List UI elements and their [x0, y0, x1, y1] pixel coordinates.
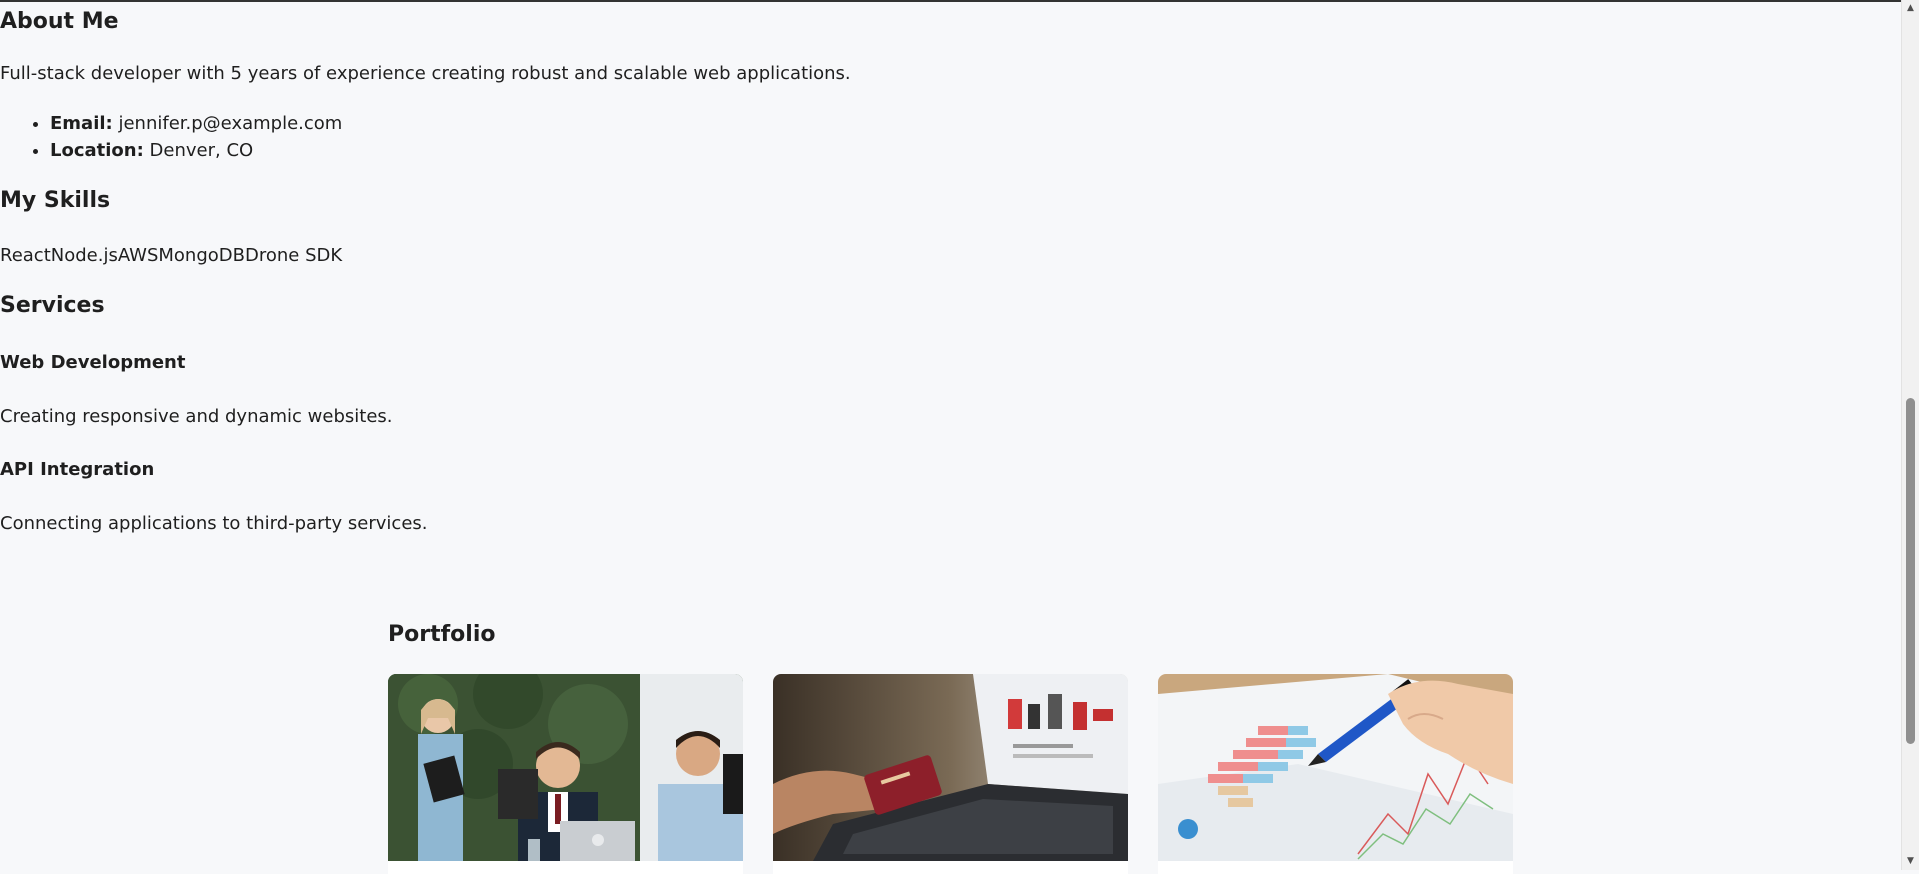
about-summary: Full-stack developer with 5 years of exp…	[0, 63, 851, 84]
window-top-border	[0, 0, 1903, 2]
location-value: Denver, CO	[149, 140, 254, 161]
scroll-down-icon[interactable]: ▼	[1902, 853, 1919, 870]
service-title: API Integration	[0, 459, 155, 480]
portfolio-card[interactable]	[773, 674, 1128, 874]
skills-heading: My Skills	[0, 188, 111, 213]
scroll-up-icon[interactable]: ▲	[1902, 0, 1919, 17]
contact-email-item: Email: jennifer.p@example.com	[50, 110, 342, 137]
portfolio-card[interactable]	[388, 674, 743, 874]
email-value: jennifer.p@example.com	[118, 113, 343, 134]
portfolio-image-chart-pen[interactable]	[1158, 674, 1513, 861]
service-description: Creating responsive and dynamic websites…	[0, 406, 393, 427]
contact-location-item: Location: Denver, CO	[50, 137, 342, 164]
services-heading: Services	[0, 293, 105, 318]
portfolio-image-credit-card[interactable]	[773, 674, 1128, 861]
vertical-scrollbar[interactable]: ▲ ▼	[1901, 0, 1919, 870]
service-description: Connecting applications to third-party s…	[0, 513, 428, 534]
portfolio-heading: Portfolio	[388, 622, 496, 647]
contact-list: Email: jennifer.p@example.com Location: …	[0, 110, 342, 164]
portfolio-image-office-meeting[interactable]	[388, 674, 743, 861]
scroll-thumb[interactable]	[1906, 398, 1915, 744]
about-heading: About Me	[0, 9, 119, 34]
portfolio-card[interactable]	[1158, 674, 1513, 874]
skills-list: ReactNode.jsAWSMongoDBDrone SDK	[0, 245, 343, 266]
email-label: Email:	[50, 113, 113, 134]
location-label: Location:	[50, 140, 144, 161]
service-title: Web Development	[0, 352, 186, 373]
